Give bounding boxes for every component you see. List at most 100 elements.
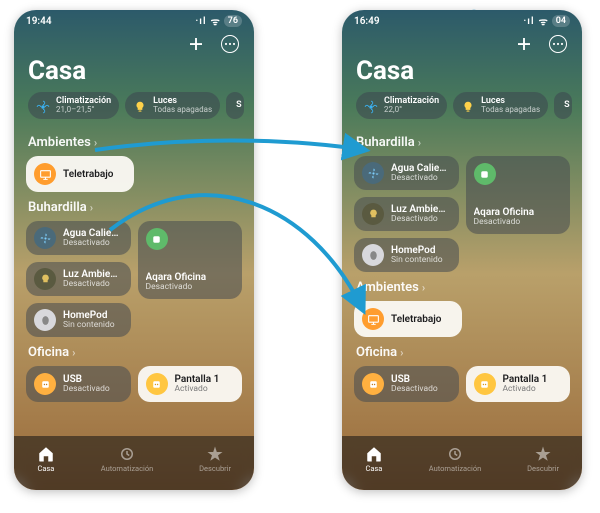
status-bar: 16:49 ·ıl ᯤ 04 xyxy=(342,10,582,32)
tile-subtitle: Desactivado xyxy=(63,239,119,248)
overflow-pill[interactable]: S xyxy=(554,92,572,119)
section-header-buhardilla[interactable]: Buhardilla › xyxy=(14,192,254,221)
tab-automation[interactable]: Automatización xyxy=(101,445,154,473)
tile-subtitle: Desactivado xyxy=(391,385,438,394)
tile-subtitle: Desactivado xyxy=(391,215,445,224)
tab-label: Casa xyxy=(365,464,382,473)
tab-label: Descubrir xyxy=(199,464,231,473)
section-header-oficina[interactable]: Oficina › xyxy=(14,337,254,366)
hub-icon xyxy=(146,228,168,250)
tab-label: Descubrir xyxy=(527,464,559,473)
tile-title: Aqara Oficina xyxy=(146,272,235,283)
chevron-right-icon: › xyxy=(400,346,403,359)
lights-value: Todas apagadas xyxy=(153,106,212,114)
tile-subtitle: Activado xyxy=(503,385,548,394)
tab-home[interactable]: Casa xyxy=(365,445,383,473)
add-icon[interactable] xyxy=(186,34,206,54)
section-header-buhardilla[interactable]: Buhardilla › xyxy=(342,127,582,156)
hub-icon xyxy=(474,163,496,185)
wifi-icon: ᯤ xyxy=(539,14,548,28)
chevron-right-icon: › xyxy=(72,346,75,359)
tile-title: Aqara Oficina xyxy=(474,207,563,218)
tile-subtitle: Sin contenido xyxy=(391,256,443,265)
tile-aqara-oficina[interactable]: Aqara Oficina Desactivado xyxy=(138,221,243,299)
tab-bar: Casa Automatización Descubrir xyxy=(14,436,254,490)
battery-indicator: 04 xyxy=(552,15,570,27)
lightbulb-icon xyxy=(461,99,475,113)
tile-usb[interactable]: USB Desactivado xyxy=(26,366,131,402)
outlet-icon xyxy=(474,373,496,395)
tile-teletrabajo[interactable]: Teletrabajo xyxy=(354,301,462,337)
tile-agua-caliente[interactable]: Agua Calie… Desactivado xyxy=(26,221,131,255)
overflow-pill[interactable]: S xyxy=(226,92,244,119)
fan-icon xyxy=(362,162,384,184)
climate-pill[interactable]: Climatización 21,0–21,5° xyxy=(28,92,119,119)
tab-label: Casa xyxy=(37,464,54,473)
status-time: 16:49 xyxy=(354,16,380,27)
wifi-icon: ᯤ xyxy=(211,14,220,28)
chevron-right-icon: › xyxy=(90,201,93,214)
tile-luz-ambiente[interactable]: Luz Ambie… Desactivado xyxy=(354,197,459,231)
chevron-right-icon: › xyxy=(422,281,425,294)
cellular-icon: ·ıl xyxy=(523,16,534,27)
tab-home[interactable]: Casa xyxy=(37,445,55,473)
climate-icon xyxy=(364,99,378,113)
tile-subtitle: Desactivado xyxy=(474,218,563,227)
section-header-ambientes[interactable]: Ambientes › xyxy=(342,272,582,301)
climate-value: 22,0° xyxy=(384,106,439,114)
tab-bar: Casa Automatización Descubrir xyxy=(342,436,582,490)
lightbulb-icon xyxy=(362,203,384,225)
climate-value: 21,0–21,5° xyxy=(56,106,111,114)
tile-agua-caliente[interactable]: Agua Calie… Desactivado xyxy=(354,156,459,190)
tile-homepod[interactable]: HomePod Sin contenido xyxy=(354,238,459,272)
tab-discover[interactable]: Descubrir xyxy=(199,445,231,473)
section-header-ambientes[interactable]: Ambientes › xyxy=(14,127,254,156)
more-options-icon[interactable] xyxy=(220,34,240,54)
tile-aqara-oficina[interactable]: Aqara Oficina Desactivado xyxy=(466,156,571,234)
tile-pantalla-1[interactable]: Pantalla 1 Activado xyxy=(138,366,243,402)
battery-indicator: 76 xyxy=(224,15,242,27)
lights-pill[interactable]: Luces Todas apagadas xyxy=(453,92,548,119)
tile-pantalla-1[interactable]: Pantalla 1 Activado xyxy=(466,366,571,402)
tile-homepod[interactable]: HomePod Sin contenido xyxy=(26,303,131,337)
phone-screenshot-2: 16:49 ·ıl ᯤ 04 Casa Climatización xyxy=(342,10,582,490)
outlet-icon xyxy=(146,373,168,395)
tab-label: Automatización xyxy=(101,464,154,473)
outlet-icon xyxy=(362,373,384,395)
lightbulb-icon xyxy=(133,99,147,113)
more-options-icon[interactable] xyxy=(548,34,568,54)
outlet-icon xyxy=(34,373,56,395)
chevron-right-icon: › xyxy=(94,136,97,149)
homepod-icon xyxy=(34,309,56,331)
tile-subtitle: Desactivado xyxy=(63,385,110,394)
fan-icon xyxy=(34,227,56,249)
phone-screenshot-1: 19:44 ·ıl ᯤ 76 Casa Climatización xyxy=(14,10,254,490)
climate-icon xyxy=(36,99,50,113)
lights-value: Todas apagadas xyxy=(481,106,540,114)
tile-subtitle: Desactivado xyxy=(146,283,235,292)
page-title: Casa xyxy=(342,54,582,92)
tile-subtitle: Sin contenido xyxy=(63,321,115,330)
page-title: Casa xyxy=(14,54,254,92)
add-icon[interactable] xyxy=(514,34,534,54)
tab-automation[interactable]: Automatización xyxy=(429,445,482,473)
section-header-oficina[interactable]: Oficina › xyxy=(342,337,582,366)
monitor-icon xyxy=(34,163,56,185)
lightbulb-icon xyxy=(34,268,56,290)
tile-title: Teletrabajo xyxy=(63,169,113,180)
tile-title: Teletrabajo xyxy=(391,314,441,325)
tab-label: Automatización xyxy=(429,464,482,473)
lights-pill[interactable]: Luces Todas apagadas xyxy=(125,92,220,119)
tile-teletrabajo[interactable]: Teletrabajo xyxy=(26,156,134,192)
tile-luz-ambiente[interactable]: Luz Ambie… Desactivado xyxy=(26,262,131,296)
tile-subtitle: Desactivado xyxy=(391,174,447,183)
status-time: 19:44 xyxy=(26,16,52,27)
status-bar: 19:44 ·ıl ᯤ 76 xyxy=(14,10,254,32)
homepod-icon xyxy=(362,244,384,266)
climate-pill[interactable]: Climatización 22,0° xyxy=(356,92,447,119)
monitor-icon xyxy=(362,308,384,330)
cellular-icon: ·ıl xyxy=(195,16,206,27)
tab-discover[interactable]: Descubrir xyxy=(527,445,559,473)
tile-usb[interactable]: USB Desactivado xyxy=(354,366,459,402)
chevron-right-icon: › xyxy=(418,136,421,149)
